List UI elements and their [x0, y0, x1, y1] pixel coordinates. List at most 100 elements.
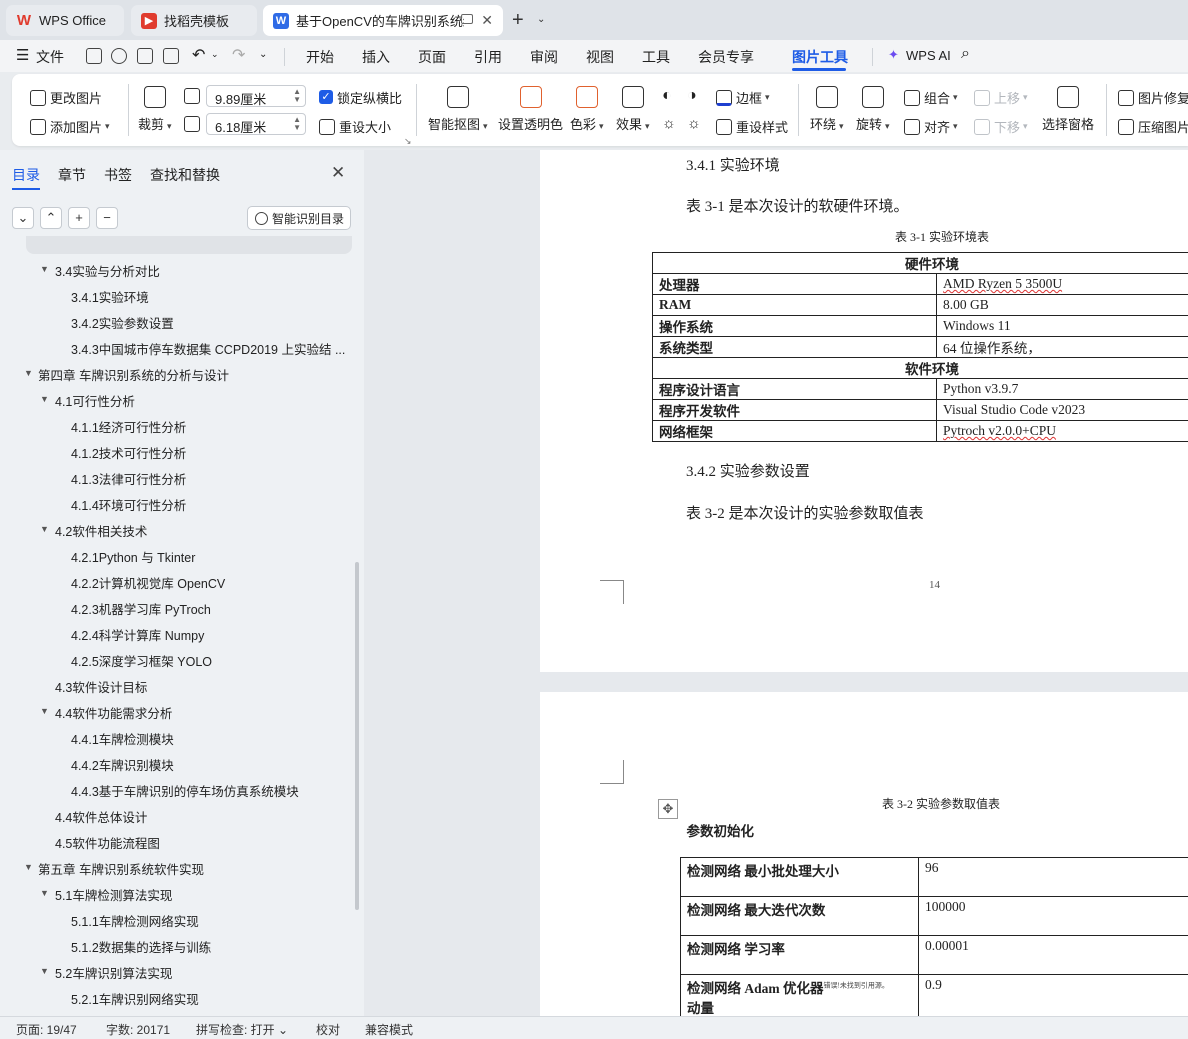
toc-item[interactable]: 4.3软件设计目标 — [55, 677, 147, 696]
contrast-up-icon[interactable]: ☼ — [662, 115, 676, 132]
toc-item[interactable]: 4.2.3机器学习库 PyTroch — [71, 599, 211, 618]
selection-pane-button[interactable]: 选择窗格 — [1042, 86, 1094, 133]
menu-page[interactable]: 页面 — [418, 47, 446, 67]
word-count[interactable]: 字数: 20171 — [106, 1021, 170, 1038]
toc-item[interactable]: 3.4.2实验参数设置 — [71, 313, 174, 332]
print-preview-icon[interactable] — [163, 48, 179, 64]
toc-item[interactable]: 第四章 车牌识别系统的分析与设计 — [38, 365, 229, 384]
height-input[interactable]: 6.18厘米 ▲ ▼ — [206, 113, 306, 135]
set-transparent-button[interactable]: 设置透明色 — [498, 86, 563, 133]
menu-insert[interactable]: 插入 — [362, 47, 390, 67]
more-chevron-icon[interactable]: ⌄ — [259, 49, 267, 60]
move-down-button[interactable]: 下移 ▾ — [974, 117, 1028, 136]
expand-arrow-icon[interactable]: ▼ — [24, 862, 33, 872]
save-icon[interactable] — [86, 48, 102, 64]
lock-ratio-checkbox[interactable]: ✓ — [319, 90, 333, 104]
toc-item[interactable]: 5.2车牌识别算法实现 — [55, 963, 172, 982]
expand-arrow-icon[interactable]: ▼ — [40, 706, 49, 716]
monitor-icon[interactable] — [461, 14, 473, 24]
menu-picture-tools[interactable]: 图片工具 — [792, 47, 848, 67]
color-button[interactable]: 色彩 ▾ — [570, 86, 604, 133]
menu-wps-ai[interactable]: WPS AI — [906, 48, 951, 63]
print-icon[interactable] — [137, 48, 153, 64]
toc-item[interactable]: 4.4.2车牌识别模块 — [71, 755, 174, 774]
tab-find-replace[interactable]: 查找和替换 — [150, 165, 220, 185]
brightness-up-icon[interactable]: ◐ — [662, 87, 672, 105]
expand-arrow-icon[interactable]: ▼ — [40, 524, 49, 534]
tab-bookmarks[interactable]: 书签 — [104, 165, 132, 185]
expand-arrow-icon[interactable]: ▼ — [40, 888, 49, 898]
reset-size-button[interactable]: 重设大小 — [319, 117, 391, 136]
search-icon[interactable]: ⌕ — [961, 45, 970, 63]
menu-home[interactable]: 开始 — [306, 47, 334, 67]
toc-item[interactable]: 5.1.2数据集的选择与训练 — [71, 937, 211, 956]
expand-arrow-icon[interactable]: ▼ — [40, 966, 49, 976]
effects-button[interactable]: 效果 ▾ — [616, 86, 650, 133]
toc-item[interactable]: 4.5软件功能流程图 — [55, 833, 160, 852]
toc-item[interactable]: 4.2软件相关技术 — [55, 521, 147, 540]
remove-heading-icon[interactable]: − — [96, 207, 118, 229]
toc-item[interactable]: 第五章 车牌识别系统软件实现 — [38, 859, 204, 878]
close-panel-icon[interactable]: ✕ — [331, 163, 345, 183]
toc-item[interactable]: 4.1可行性分析 — [55, 391, 135, 410]
expand-arrow-icon[interactable]: ▼ — [40, 394, 49, 404]
menu-view[interactable]: 视图 — [586, 47, 614, 67]
crop-button[interactable]: 裁剪 ▾ — [138, 86, 172, 133]
border-button[interactable]: 边框 ▾ — [716, 88, 770, 107]
toc-item[interactable]: 4.2.2计算机视觉库 OpenCV — [71, 573, 225, 592]
chevron-down-icon[interactable]: ⌄ — [537, 14, 545, 25]
close-tab-icon[interactable]: ✕ — [481, 12, 493, 29]
contrast-down-icon[interactable]: ☼ — [687, 115, 701, 132]
toc-item[interactable]: 4.4软件总体设计 — [55, 807, 147, 826]
collapse-down-icon[interactable]: ⌄ — [12, 207, 34, 229]
rotate-button[interactable]: 旋转 ▾ — [856, 86, 890, 133]
toc-item[interactable]: 4.1.1经济可行性分析 — [71, 417, 186, 436]
toc-item[interactable]: 4.4.1车牌检测模块 — [71, 729, 174, 748]
toc-item[interactable]: 4.2.1Python 与 Tkinter — [71, 547, 195, 566]
menu-references[interactable]: 引用 — [474, 47, 502, 67]
toc-item[interactable]: 4.2.4科学计算库 Numpy — [71, 625, 204, 644]
menu-review[interactable]: 审阅 — [530, 47, 558, 67]
toc-item[interactable]: 3.4.1实验环境 — [71, 287, 149, 306]
wrap-button[interactable]: 环绕 ▾ — [810, 86, 844, 133]
toc-item[interactable]: 4.4.3基于车牌识别的停车场仿真系统模块 — [71, 781, 299, 800]
compress-image-button[interactable]: 压缩图片 — [1118, 117, 1188, 136]
tab-toc[interactable]: 目录 — [12, 165, 40, 185]
reset-style-button[interactable]: 重设样式 — [716, 117, 788, 136]
toc-scrollbar[interactable] — [355, 562, 359, 910]
image-repair-button[interactable]: 图片修复 — [1118, 88, 1188, 107]
toc-item[interactable]: 4.2.5深度学习框架 YOLO — [71, 651, 212, 670]
toc-item[interactable]: 4.1.2技术可行性分析 — [71, 443, 186, 462]
page-indicator[interactable]: 页面: 19/47 — [16, 1021, 77, 1038]
menu-icon[interactable]: ☰ — [16, 46, 29, 64]
chevron-down-icon[interactable]: ⌄ — [211, 49, 219, 60]
expand-arrow-icon[interactable]: ▼ — [24, 368, 33, 378]
toc-item[interactable]: 4.1.4环境可行性分析 — [71, 495, 186, 514]
tab-templates[interactable]: ▶ 找稻壳模板 — [131, 5, 257, 36]
add-image-button[interactable]: 添加图片 ▾ — [30, 117, 110, 136]
align-button[interactable]: 对齐 ▾ — [904, 117, 958, 136]
toc-item[interactable]: 5.1车牌检测算法实现 — [55, 885, 172, 904]
menu-file[interactable]: 文件 — [36, 47, 64, 67]
tab-chapters[interactable]: 章节 — [58, 165, 86, 185]
width-input[interactable]: 9.89厘米 ▲ ▼ — [206, 85, 306, 107]
toc-item[interactable]: 4.1.3法律可行性分析 — [71, 469, 186, 488]
brightness-down-icon[interactable]: ◑ — [687, 87, 697, 105]
tab-wps-office[interactable]: W WPS Office — [6, 5, 124, 36]
dialog-launcher-icon[interactable]: ↘ — [404, 136, 412, 147]
menu-member[interactable]: 会员专享 — [698, 47, 754, 67]
export-icon[interactable] — [111, 48, 127, 64]
expand-arrow-icon[interactable]: ▼ — [40, 264, 49, 274]
move-up-button[interactable]: 上移 ▾ — [974, 88, 1028, 107]
toc-item[interactable]: 3.4实验与分析对比 — [55, 261, 160, 280]
proofread-button[interactable]: 校对 — [316, 1021, 340, 1038]
redo-icon[interactable]: ↷ — [232, 45, 245, 65]
undo-icon[interactable]: ↶ — [192, 45, 205, 65]
toc-item[interactable]: 5.1.1车牌检测网络实现 — [71, 911, 199, 930]
toc-item[interactable]: 3.4.3中国城市停车数据集 CCPD2019 上实验结 ... — [71, 339, 345, 358]
group-button[interactable]: 组合 ▾ — [904, 88, 958, 107]
table-move-handle-icon[interactable]: ✥ — [658, 799, 678, 819]
collapse-up-icon[interactable]: ⌃ — [40, 207, 62, 229]
change-image-button[interactable]: 更改图片 — [30, 88, 102, 107]
toc-item[interactable]: 5.2.1车牌识别网络实现 — [71, 989, 199, 1008]
